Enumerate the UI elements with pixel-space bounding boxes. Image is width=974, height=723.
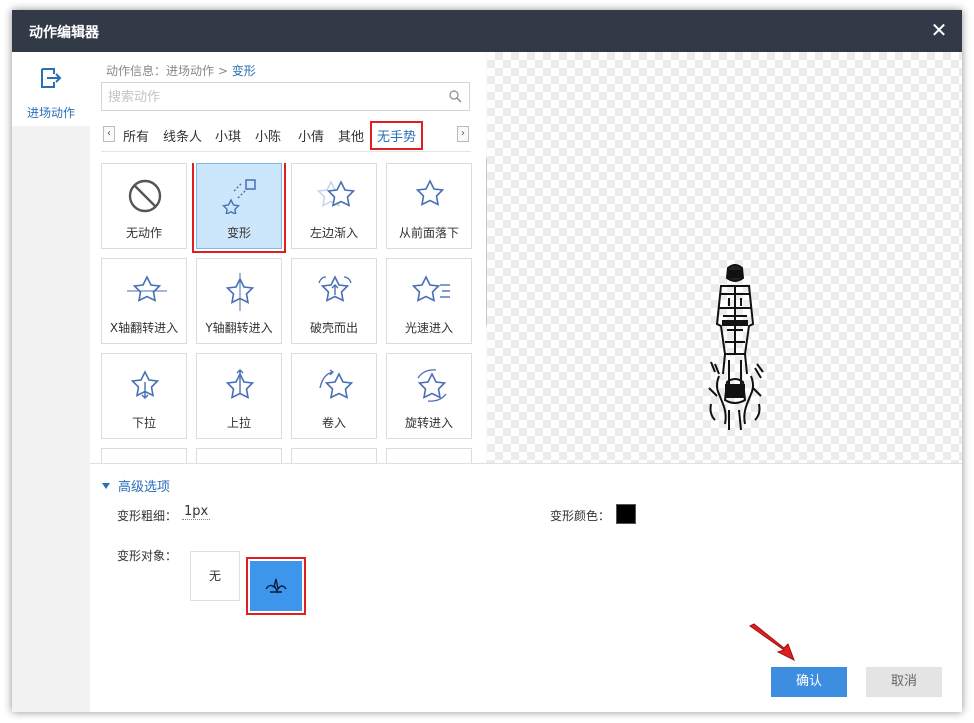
action-card[interactable]: 无动作 [101,163,187,249]
collapse-triangle-icon [102,483,110,489]
pointer-arrow-icon [749,623,795,662]
pull-down-icon [130,370,160,399]
action-grid: 无动作 变形 左边渐入 从前面落下 X轴翻转进入 Y轴翻转进入 破壳而出 光速进… [101,163,476,463]
cancel-button[interactable]: 取消 [866,667,942,697]
action-label: 旋转进入 [404,416,453,430]
action-label: 上拉 [226,416,251,430]
action-label: 左边渐入 [309,226,358,240]
action-label: 无动作 [125,226,162,240]
dialog-title: 动作编辑器 [29,25,99,41]
action-card[interactable]: 旋转进入 [386,353,472,439]
sidebar-item-enter-action[interactable]: 进场动作 [12,52,90,126]
action-label: 变形 [226,226,251,240]
tab-xiaoqian[interactable]: 小倩 [294,124,328,147]
y-flip-icon [225,273,255,311]
action-card[interactable]: 左边渐入 [291,163,377,249]
action-card[interactable]: 上拉 [196,353,282,439]
action-label: 下拉 [131,416,156,430]
action-label: 破壳而出 [309,321,358,335]
fall-from-front-icon [415,179,445,206]
action-label: Y轴翻转进入 [205,321,273,335]
tab-xiaoqi[interactable]: 小琪 [211,124,245,147]
tab-no-gesture[interactable]: 无手势 [370,121,424,150]
confirm-button[interactable]: 确认 [771,667,847,697]
color-swatch[interactable] [616,504,636,524]
action-label: X轴翻转进入 [109,321,179,335]
tab-xiaochen[interactable]: 小陈 [251,124,285,147]
tabs-prev-icon[interactable]: ‹ [103,126,115,142]
sidebar: 进场动作 [12,52,90,712]
action-card[interactable]: 卷入 [291,353,377,439]
action-label: 从前面落下 [398,226,459,240]
tab-all[interactable]: 所有 [119,124,153,147]
no-action-icon [128,179,162,213]
action-card-selected[interactable]: 变形 [192,163,286,253]
rotate-in-icon [417,369,447,402]
search-icon[interactable] [449,90,462,103]
title-bar: 动作编辑器 ✕ [12,10,962,52]
light-speed-icon [412,275,450,302]
break-out-icon [318,275,352,302]
color-label: 变形颜色： [550,509,611,523]
enter-icon [41,68,62,88]
action-card[interactable] [386,448,472,463]
thickness-value[interactable]: 1px [182,504,211,520]
sidebar-item-label: 进场动作 [26,106,75,120]
tab-other[interactable]: 其他 [334,124,368,147]
action-card[interactable] [291,448,377,463]
x-flip-icon [127,275,167,302]
advanced-options-toggle[interactable]: 高级选项 [102,476,170,495]
action-card[interactable]: 光速进入 [386,258,472,344]
thickness-label: 变形粗细： [117,509,178,523]
category-tabs: ‹ 所有 线条人 小琪 小陈 小倩 其他 无手势 › [101,118,471,152]
preview-canvas [487,52,962,463]
action-list-panel: 动作信息：进场动作 > 变形 ‹ 所有 线条人 小琪 小陈 小倩 其他 无手势 … [90,52,491,463]
search-input[interactable] [108,87,438,107]
breadcrumb-current: 变形 [231,64,256,78]
figure-thumbnail-icon [265,578,287,594]
action-card[interactable] [101,448,187,463]
object-option-none[interactable]: 无 [190,551,240,601]
action-card[interactable]: X轴翻转进入 [101,258,187,344]
tabs-next-icon[interactable]: › [457,126,469,142]
action-label: 卷入 [321,416,346,430]
action-card[interactable] [196,448,282,463]
action-card[interactable]: 从前面落下 [386,163,472,249]
close-icon[interactable]: ✕ [928,19,950,41]
action-card[interactable]: Y轴翻转进入 [196,258,282,344]
action-card[interactable]: 下拉 [101,353,187,439]
breadcrumb: 动作信息：进场动作 > 变形 [106,62,256,79]
action-card[interactable]: 破壳而出 [291,258,377,344]
action-editor-dialog: 动作编辑器 ✕ 进场动作 动作信息：进场动作 > 变形 ‹ 所有 线条人 小琪 … [12,10,962,712]
breadcrumb-prefix: 动作信息：进场动作 > [106,64,232,78]
fade-in-left-icon [317,180,356,207]
action-label: 光速进入 [404,321,453,335]
object-label: 变形对象： [117,549,178,563]
search-box [101,82,470,111]
object-option-figure[interactable] [250,561,302,611]
tab-stick-figure[interactable]: 线条人 [159,124,206,147]
character-figure [708,264,764,431]
pull-up-icon [225,369,255,399]
advanced-options-heading: 高级选项 [118,480,171,495]
transform-icon [222,179,256,214]
roll-in-icon [319,369,354,399]
